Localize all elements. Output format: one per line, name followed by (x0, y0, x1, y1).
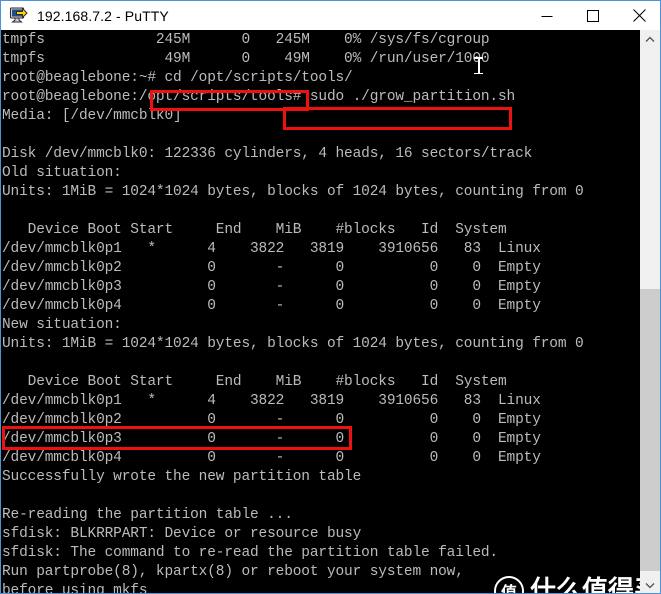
terminal-line: tmpfs 49M 0 49M 0% /run/user/1000 (2, 51, 490, 67)
title-bar[interactable]: 192.168.7.2 - PuTTY (1, 1, 660, 30)
terminal-line: /dev/mmcblk0p2 0 - 0 0 0 Empty (2, 412, 541, 428)
terminal-line: Device Boot Start End MiB #blocks Id Sys… (2, 374, 507, 390)
terminal-line: tmpfs 245M 0 245M 0% /sys/fs/cgroup (2, 32, 490, 48)
close-button[interactable] (616, 1, 660, 30)
terminal-line: /dev/mmcblk0p1 * 4 3822 3819 3910656 83 … (2, 393, 541, 409)
terminal-scrollbar[interactable] (640, 30, 660, 593)
text-cursor-icon (474, 57, 483, 74)
scroll-up-arrow-icon[interactable] (640, 30, 660, 49)
scroll-thumb[interactable] (640, 289, 660, 571)
terminal-line: /dev/mmcblk0p4 0 - 0 0 0 Empty (2, 298, 541, 314)
terminal-line: Re-reading the partition table ... (2, 507, 293, 523)
terminal-line: root@beaglebone:~# cd /opt/scripts/tools… (2, 70, 353, 86)
terminal-line: before using mkfs (2, 583, 148, 594)
terminal-line: Old situation: (2, 165, 122, 181)
terminal-lines: tmpfs 245M 0 245M 0% /sys/fs/cgroup tmpfs… (1, 30, 641, 594)
putty-window: 192.168.7.2 - PuTTY tmpfs 245M 0 245M 0%… (0, 0, 661, 594)
terminal-line: sfdisk: The command to re-read the parti… (2, 545, 498, 561)
terminal-line: Successfully wrote the new partition tab… (2, 469, 362, 485)
terminal-line: /dev/mmcblk0p3 0 - 0 0 0 Empty (2, 431, 541, 447)
terminal-line: Device Boot Start End MiB #blocks Id Sys… (2, 222, 507, 238)
window-title: 192.168.7.2 - PuTTY (37, 7, 169, 24)
terminal-line: /dev/mmcblk0p4 0 - 0 0 0 Empty (2, 450, 541, 466)
terminal-line: /dev/mmcblk0p2 0 - 0 0 0 Empty (2, 260, 541, 276)
terminal-line: Units: 1MiB = 1024*1024 bytes, blocks of… (2, 336, 584, 352)
terminal-line: Disk /dev/mmcblk0: 122336 cylinders, 4 h… (2, 146, 533, 162)
terminal-line: Units: 1MiB = 1024*1024 bytes, blocks of… (2, 184, 584, 200)
scroll-down-arrow-icon[interactable] (640, 576, 660, 593)
terminal-line: root@beaglebone:/opt/scripts/tools# sudo… (2, 89, 516, 105)
terminal-line: sfdisk: BLKRRPART: Device or resource bu… (2, 526, 362, 542)
terminal-line: /dev/mmcblk0p1 * 4 3822 3819 3910656 83 … (2, 241, 541, 257)
terminal-line: /dev/mmcblk0p3 0 - 0 0 0 Empty (2, 279, 541, 295)
terminal-line: Run partprobe(8), kpartx(8) or reboot yo… (2, 564, 464, 580)
terminal-line: New situation: (2, 317, 122, 333)
maximize-button[interactable] (570, 1, 616, 30)
putty-icon (8, 5, 30, 27)
terminal-output-area[interactable]: tmpfs 245M 0 245M 0% /sys/fs/cgroup tmpfs… (1, 30, 641, 594)
minimize-button[interactable] (524, 1, 570, 30)
terminal-line: Media: [/dev/mmcblk0] (2, 108, 182, 124)
window-controls (524, 1, 660, 30)
